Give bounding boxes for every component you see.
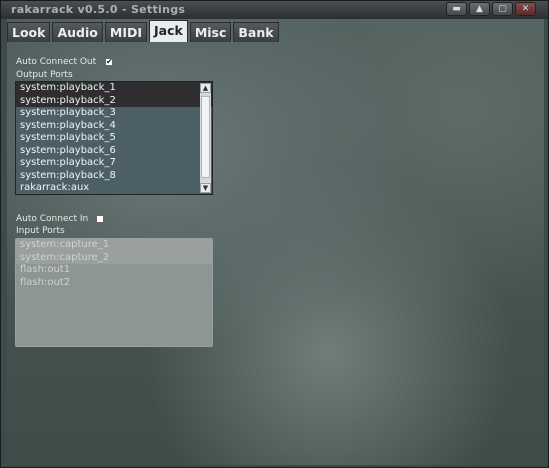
list-item[interactable]: rakarrack:aux xyxy=(16,182,212,194)
input-ports-label: Input Ports xyxy=(16,226,65,236)
auto-connect-out-checkbox[interactable]: ✔ xyxy=(105,58,113,66)
window-controls: ▬ ▲ ▢ ✕ xyxy=(446,2,536,16)
auto-connect-in-checkbox[interactable] xyxy=(96,215,104,223)
window-title: rakarrack v0.5.0 - Settings xyxy=(11,3,186,16)
settings-window: rakarrack v0.5.0 - Settings ▬ ▲ ▢ ✕ Look… xyxy=(0,0,549,468)
tab-audio[interactable]: Audio xyxy=(52,22,103,42)
shade-button[interactable]: ▲ xyxy=(469,2,490,16)
tab-misc[interactable]: Misc xyxy=(189,22,232,42)
auto-connect-out-label: Auto Connect Out xyxy=(16,57,97,67)
close-button[interactable]: ✕ xyxy=(515,2,536,16)
settings-tabs: Look Audio MIDI Jack Misc Bank xyxy=(7,20,279,42)
scroll-thumb[interactable] xyxy=(201,96,210,178)
list-item[interactable]: system:capture_2 xyxy=(16,251,212,264)
list-item[interactable]: system:playback_3 xyxy=(16,107,212,120)
list-item[interactable]: flash:out1 xyxy=(16,264,212,277)
output-ports-list[interactable]: system:playback_1 system:playback_2 syst… xyxy=(15,81,213,195)
output-ports-label: Output Ports xyxy=(16,70,73,80)
output-ports-scrollbar[interactable]: ▲ ▼ xyxy=(200,83,211,193)
tab-jack[interactable]: Jack xyxy=(149,20,188,42)
scroll-up-icon[interactable]: ▲ xyxy=(200,83,211,93)
minimize-button[interactable]: ▬ xyxy=(446,2,467,16)
tab-bank[interactable]: Bank xyxy=(233,22,279,42)
scroll-down-icon[interactable]: ▼ xyxy=(200,183,211,193)
list-item[interactable]: system:playback_1 xyxy=(16,82,212,95)
tab-midi[interactable]: MIDI xyxy=(104,22,147,42)
title-bar[interactable]: rakarrack v0.5.0 - Settings ▬ ▲ ▢ ✕ xyxy=(1,1,548,19)
list-item[interactable]: system:playback_4 xyxy=(16,120,212,133)
list-item[interactable]: system:playback_7 xyxy=(16,157,212,170)
auto-connect-in-label: Auto Connect In xyxy=(16,214,89,224)
tab-look[interactable]: Look xyxy=(7,22,51,42)
list-item[interactable]: system:playback_2 xyxy=(16,94,212,107)
list-item[interactable]: system:capture_1 xyxy=(16,239,212,252)
list-item[interactable]: flash:out2 xyxy=(16,277,212,290)
list-item[interactable]: system:playback_8 xyxy=(16,170,212,183)
list-item[interactable]: system:playback_6 xyxy=(16,145,212,158)
maximize-button[interactable]: ▢ xyxy=(492,2,513,16)
list-item[interactable]: system:playback_5 xyxy=(16,132,212,145)
input-ports-list[interactable]: system:capture_1 system:capture_2 flash:… xyxy=(15,238,213,347)
